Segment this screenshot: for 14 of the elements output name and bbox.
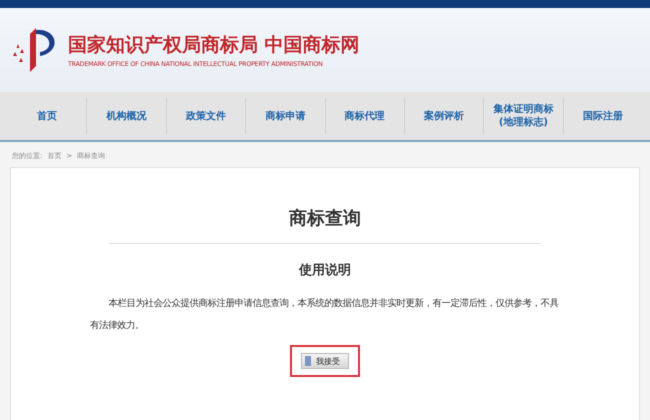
nav-link[interactable]: 政策文件 xyxy=(166,98,246,134)
nav-link[interactable]: 商标代理 xyxy=(324,98,404,134)
document-icon xyxy=(305,356,311,366)
notice-text: 本栏目为社会公众提供商标注册申请信息查询，本系统的数据信息并非实时更新，有一定滞后性，仅供参考，不具有法律效力。 xyxy=(90,297,560,333)
nav-link[interactable]: 商标申请 xyxy=(245,98,324,134)
section-title: 使用说明 xyxy=(299,262,351,279)
nav-link[interactable]: 案例评析 xyxy=(404,98,484,134)
page-title: 商标查询 xyxy=(289,207,361,230)
nav-link[interactable]: 集体证明商标 (地理标志) xyxy=(483,98,563,134)
nav-link[interactable]: 国际注册 xyxy=(562,98,642,134)
accept-button[interactable]: 我接受 xyxy=(301,353,349,369)
site-title: 国家知识产权局商标局 中国商标网 xyxy=(68,33,360,58)
nav-link[interactable]: 机构概况 xyxy=(86,98,166,134)
nav-link[interactable]: 首页 xyxy=(8,98,86,134)
